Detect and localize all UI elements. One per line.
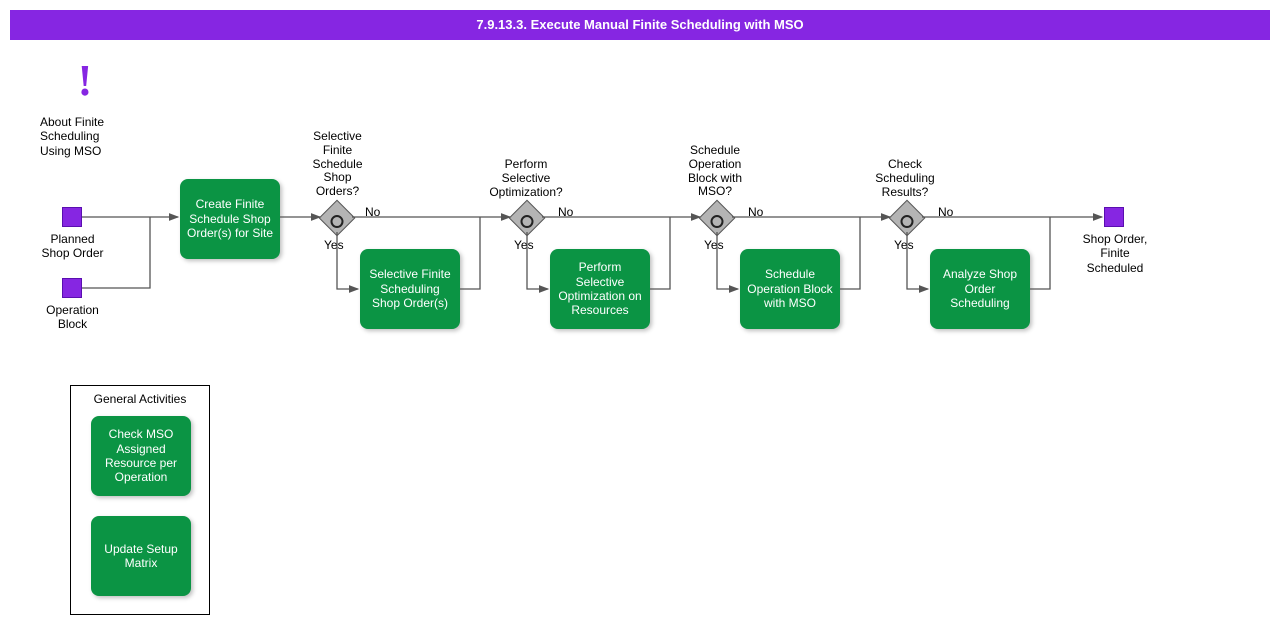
info-icon[interactable]: ! — [70, 55, 100, 106]
gateway-check-results[interactable] — [889, 200, 926, 237]
activity-selective-label: Selective Finite Scheduling Shop Order(s… — [366, 267, 454, 310]
g3-yes: Yes — [704, 238, 724, 252]
output-text: Shop Order, Finite Scheduled — [1083, 232, 1148, 275]
activity-check-mso-label: Check MSO Assigned Resource per Operatio… — [97, 427, 185, 485]
title-text: 7.9.13.3. Execute Manual Finite Scheduli… — [476, 17, 803, 32]
g1-text: Selective Finite Schedule Shop Orders? — [312, 129, 362, 198]
g4-text: Check Scheduling Results? — [875, 157, 934, 199]
g3-no: No — [748, 205, 763, 219]
activity-create-label: Create Finite Schedule Shop Order(s) for… — [186, 197, 274, 240]
g1-yes: Yes — [324, 238, 344, 252]
gateway-perform-selective[interactable] — [509, 200, 546, 237]
start-event-opblock[interactable] — [62, 278, 82, 298]
general-activities-box: General Activities Check MSO Assigned Re… — [70, 385, 210, 615]
g3-text: Schedule Operation Block with MSO? — [688, 143, 742, 198]
start-event-opblock-label: Operation Block — [35, 303, 110, 332]
info-caption: About Finite Scheduling Using MSO — [40, 115, 130, 158]
planned-label: Planned Shop Order — [41, 232, 103, 260]
start-event-planned[interactable] — [62, 207, 82, 227]
activity-perform-label: Perform Selective Optimization on Resour… — [556, 260, 644, 318]
g4-no: No — [938, 205, 953, 219]
activity-analyze-label: Analyze Shop Order Scheduling — [936, 267, 1024, 310]
activity-schedule-label: Schedule Operation Block with MSO — [746, 267, 834, 310]
title-bar: 7.9.13.3. Execute Manual Finite Scheduli… — [10, 10, 1270, 40]
activity-schedule-opblock[interactable]: Schedule Operation Block with MSO — [740, 249, 840, 329]
gateway-selective-finite-label: Selective Finite Schedule Shop Orders? — [300, 130, 375, 199]
end-event[interactable] — [1104, 207, 1124, 227]
activity-check-mso[interactable]: Check MSO Assigned Resource per Operatio… — [91, 416, 191, 496]
gateway-perform-label: Perform Selective Optimization? — [486, 158, 566, 199]
activity-perform-optimization[interactable]: Perform Selective Optimization on Resour… — [550, 249, 650, 329]
end-event-label: Shop Order, Finite Scheduled — [1070, 232, 1160, 275]
g2-text: Perform Selective Optimization? — [489, 157, 562, 199]
gateway-selective-finite[interactable] — [319, 200, 356, 237]
g4-yes: Yes — [894, 238, 914, 252]
activity-update-label: Update Setup Matrix — [97, 542, 185, 571]
opblock-label: Operation Block — [46, 303, 99, 331]
g2-no: No — [558, 205, 573, 219]
g1-no: No — [365, 205, 380, 219]
gateway-schedule-opblock[interactable] — [699, 200, 736, 237]
gateway-check-label: Check Scheduling Results? — [865, 158, 945, 199]
start-event-planned-label: Planned Shop Order — [35, 232, 110, 261]
g2-yes: Yes — [514, 238, 534, 252]
activity-analyze[interactable]: Analyze Shop Order Scheduling — [930, 249, 1030, 329]
activity-create-finite-schedule[interactable]: Create Finite Schedule Shop Order(s) for… — [180, 179, 280, 259]
general-activities-title: General Activities — [71, 386, 209, 406]
activity-update-setup-matrix[interactable]: Update Setup Matrix — [91, 516, 191, 596]
info-caption-text: About Finite Scheduling Using MSO — [40, 115, 104, 158]
gateway-schedule-label: Schedule Operation Block with MSO? — [675, 144, 755, 199]
activity-selective-finite[interactable]: Selective Finite Scheduling Shop Order(s… — [360, 249, 460, 329]
